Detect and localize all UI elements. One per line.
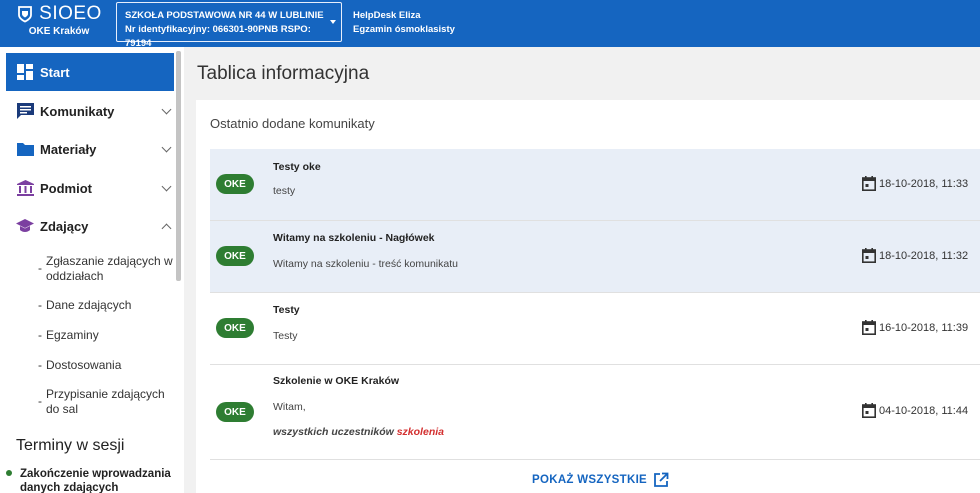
message-title: Witamy na szkoleniu - Nagłówek (273, 232, 435, 244)
message-row[interactable]: OKE Witamy na szkoleniu - Nagłówek Witam… (210, 221, 980, 293)
subitem-label: Zgłaszanie zdających w oddziałach (46, 254, 173, 283)
chevron-down-icon (161, 142, 172, 153)
chevron-down-icon (161, 104, 172, 115)
sidebar-subitem-dostosowania[interactable]: - Dostosowania (38, 358, 174, 373)
subitem-dash: - (38, 328, 42, 342)
message-date: 16-10-2018, 11:39 (862, 320, 980, 335)
message-body-emphasis: wszystkich uczestników szkolenia (273, 426, 444, 438)
sidebar-item-label: Podmiot (40, 180, 92, 196)
message-body-highlight: szkolenia (396, 426, 444, 438)
app-subtitle: OKE Kraków (28, 26, 90, 37)
oke-badge: OKE (216, 402, 254, 422)
institution-icon (16, 180, 34, 196)
calendar-icon (862, 320, 876, 335)
calendar-icon (862, 176, 876, 191)
sidebar-subitem-dane[interactable]: - Dane zdających (38, 298, 174, 313)
user-context: Egzamin ósmoklasisty (353, 24, 455, 35)
sidebar-item-komunikaty[interactable]: Komunikaty (6, 92, 174, 130)
sidebar-item-label: Start (40, 64, 70, 80)
message-date-text: 04-10-2018, 11:44 (879, 404, 969, 417)
message-body: Testy (273, 330, 298, 342)
message-date-text: 18-10-2018, 11:32 (879, 249, 969, 262)
chevron-up-icon (161, 223, 172, 234)
user-name: HelpDesk Eliza (353, 10, 421, 21)
external-link-icon (654, 472, 669, 487)
sidebar-item-zdajacy[interactable]: Zdający (6, 207, 174, 245)
subitem-dash: - (38, 298, 42, 312)
message-title: Testy oke (273, 161, 321, 173)
shield-logo-icon (18, 6, 33, 23)
message-body: Witam, (273, 401, 306, 413)
subitem-label: Przypisanie zdających do sal (46, 387, 165, 416)
message-date: 18-10-2018, 11:32 (862, 248, 980, 263)
message-date-text: 16-10-2018, 11:39 (879, 321, 969, 334)
calendar-icon (862, 403, 876, 418)
sidebar-subitem-sale[interactable]: - Przypisanie zdających do sal (38, 387, 174, 417)
term-item: Zakończenie wprowadzania danych zdającyc… (6, 467, 176, 493)
top-header: SIOEO OKE Kraków SZKOŁA PODSTAWOWA NR 44… (0, 0, 980, 49)
sidebar: Start Komunikaty Materiały Podmiot Zdają… (0, 47, 184, 493)
oke-badge: OKE (216, 174, 254, 194)
message-date: 04-10-2018, 11:44 (862, 403, 980, 418)
sidebar-item-materialy[interactable]: Materiały (6, 130, 174, 168)
message-row[interactable]: OKE Szkolenie w OKE Kraków Witam, wszyst… (210, 365, 980, 460)
section-title-terminy: Terminy w sesji (16, 437, 125, 454)
sidebar-item-label: Materiały (40, 141, 97, 157)
card-title: Ostatnio dodane komunikaty (210, 116, 375, 131)
sidebar-item-start[interactable]: Start (6, 53, 174, 91)
school-selector[interactable]: SZKOŁA PODSTAWOWA NR 44 W LUBLINIE Nr id… (116, 2, 342, 49)
sidebar-subitem-zgloszenia[interactable]: - Zgłaszanie zdających w oddziałach (38, 254, 174, 284)
message-title: Testy (273, 304, 300, 316)
app-title: SIOEO (39, 3, 102, 24)
status-dot-icon (6, 470, 12, 476)
subitem-label: Egzaminy (46, 328, 99, 342)
sidebar-scrollbar[interactable] (176, 51, 181, 281)
sidebar-item-label: Zdający (40, 218, 89, 234)
message-body-part: wszystkich uczestników (273, 426, 394, 438)
message-row[interactable]: OKE Testy oke testy 18-10-2018, 11:33 (210, 149, 980, 221)
message-title: Szkolenie w OKE Kraków (273, 375, 400, 387)
folder-icon (16, 143, 34, 156)
show-all-label: POKAŻ WSZYSTKIE (532, 474, 648, 486)
message-body: testy (273, 185, 296, 197)
message-date-text: 18-10-2018, 11:33 (879, 177, 969, 190)
caret-down-icon (330, 20, 336, 24)
graduation-cap-icon (16, 219, 34, 232)
app-logo[interactable]: SIOEO OKE Kraków (0, 0, 118, 47)
message-row[interactable]: OKE Testy Testy 16-10-2018, 11:39 (210, 293, 980, 365)
message-icon (16, 103, 34, 119)
school-name: SZKOŁA PODSTAWOWA NR 44 W LUBLINIE (125, 10, 324, 21)
subitem-dash: - (38, 358, 42, 372)
term-label: Zakończenie wprowadzania danych zdającyc… (20, 468, 171, 493)
chevron-down-icon (161, 181, 172, 192)
message-date: 18-10-2018, 11:33 (862, 176, 980, 191)
subitem-label: Dostosowania (46, 358, 122, 372)
sidebar-item-label: Komunikaty (40, 103, 115, 119)
sidebar-item-podmiot[interactable]: Podmiot (6, 169, 174, 207)
subitem-dash: - (38, 261, 42, 275)
calendar-icon (862, 248, 876, 263)
show-all-link[interactable]: POKAŻ WSZYSTKIE (532, 472, 669, 488)
sidebar-subitem-egzaminy[interactable]: - Egzaminy (38, 328, 174, 343)
oke-badge: OKE (216, 318, 254, 338)
user-info[interactable]: HelpDesk Eliza Egzamin ósmoklasisty (353, 9, 455, 37)
subitem-dash: - (38, 394, 42, 408)
messages-card: Ostatnio dodane komunikaty OKE Testy oke… (196, 100, 980, 493)
dashboard-icon (17, 64, 33, 80)
message-body: Witamy na szkoleniu - treść komunikatu (273, 258, 458, 270)
oke-badge: OKE (216, 246, 254, 266)
subitem-label: Dane zdających (46, 298, 132, 312)
page-title: Tablica informacyjna (197, 63, 370, 84)
